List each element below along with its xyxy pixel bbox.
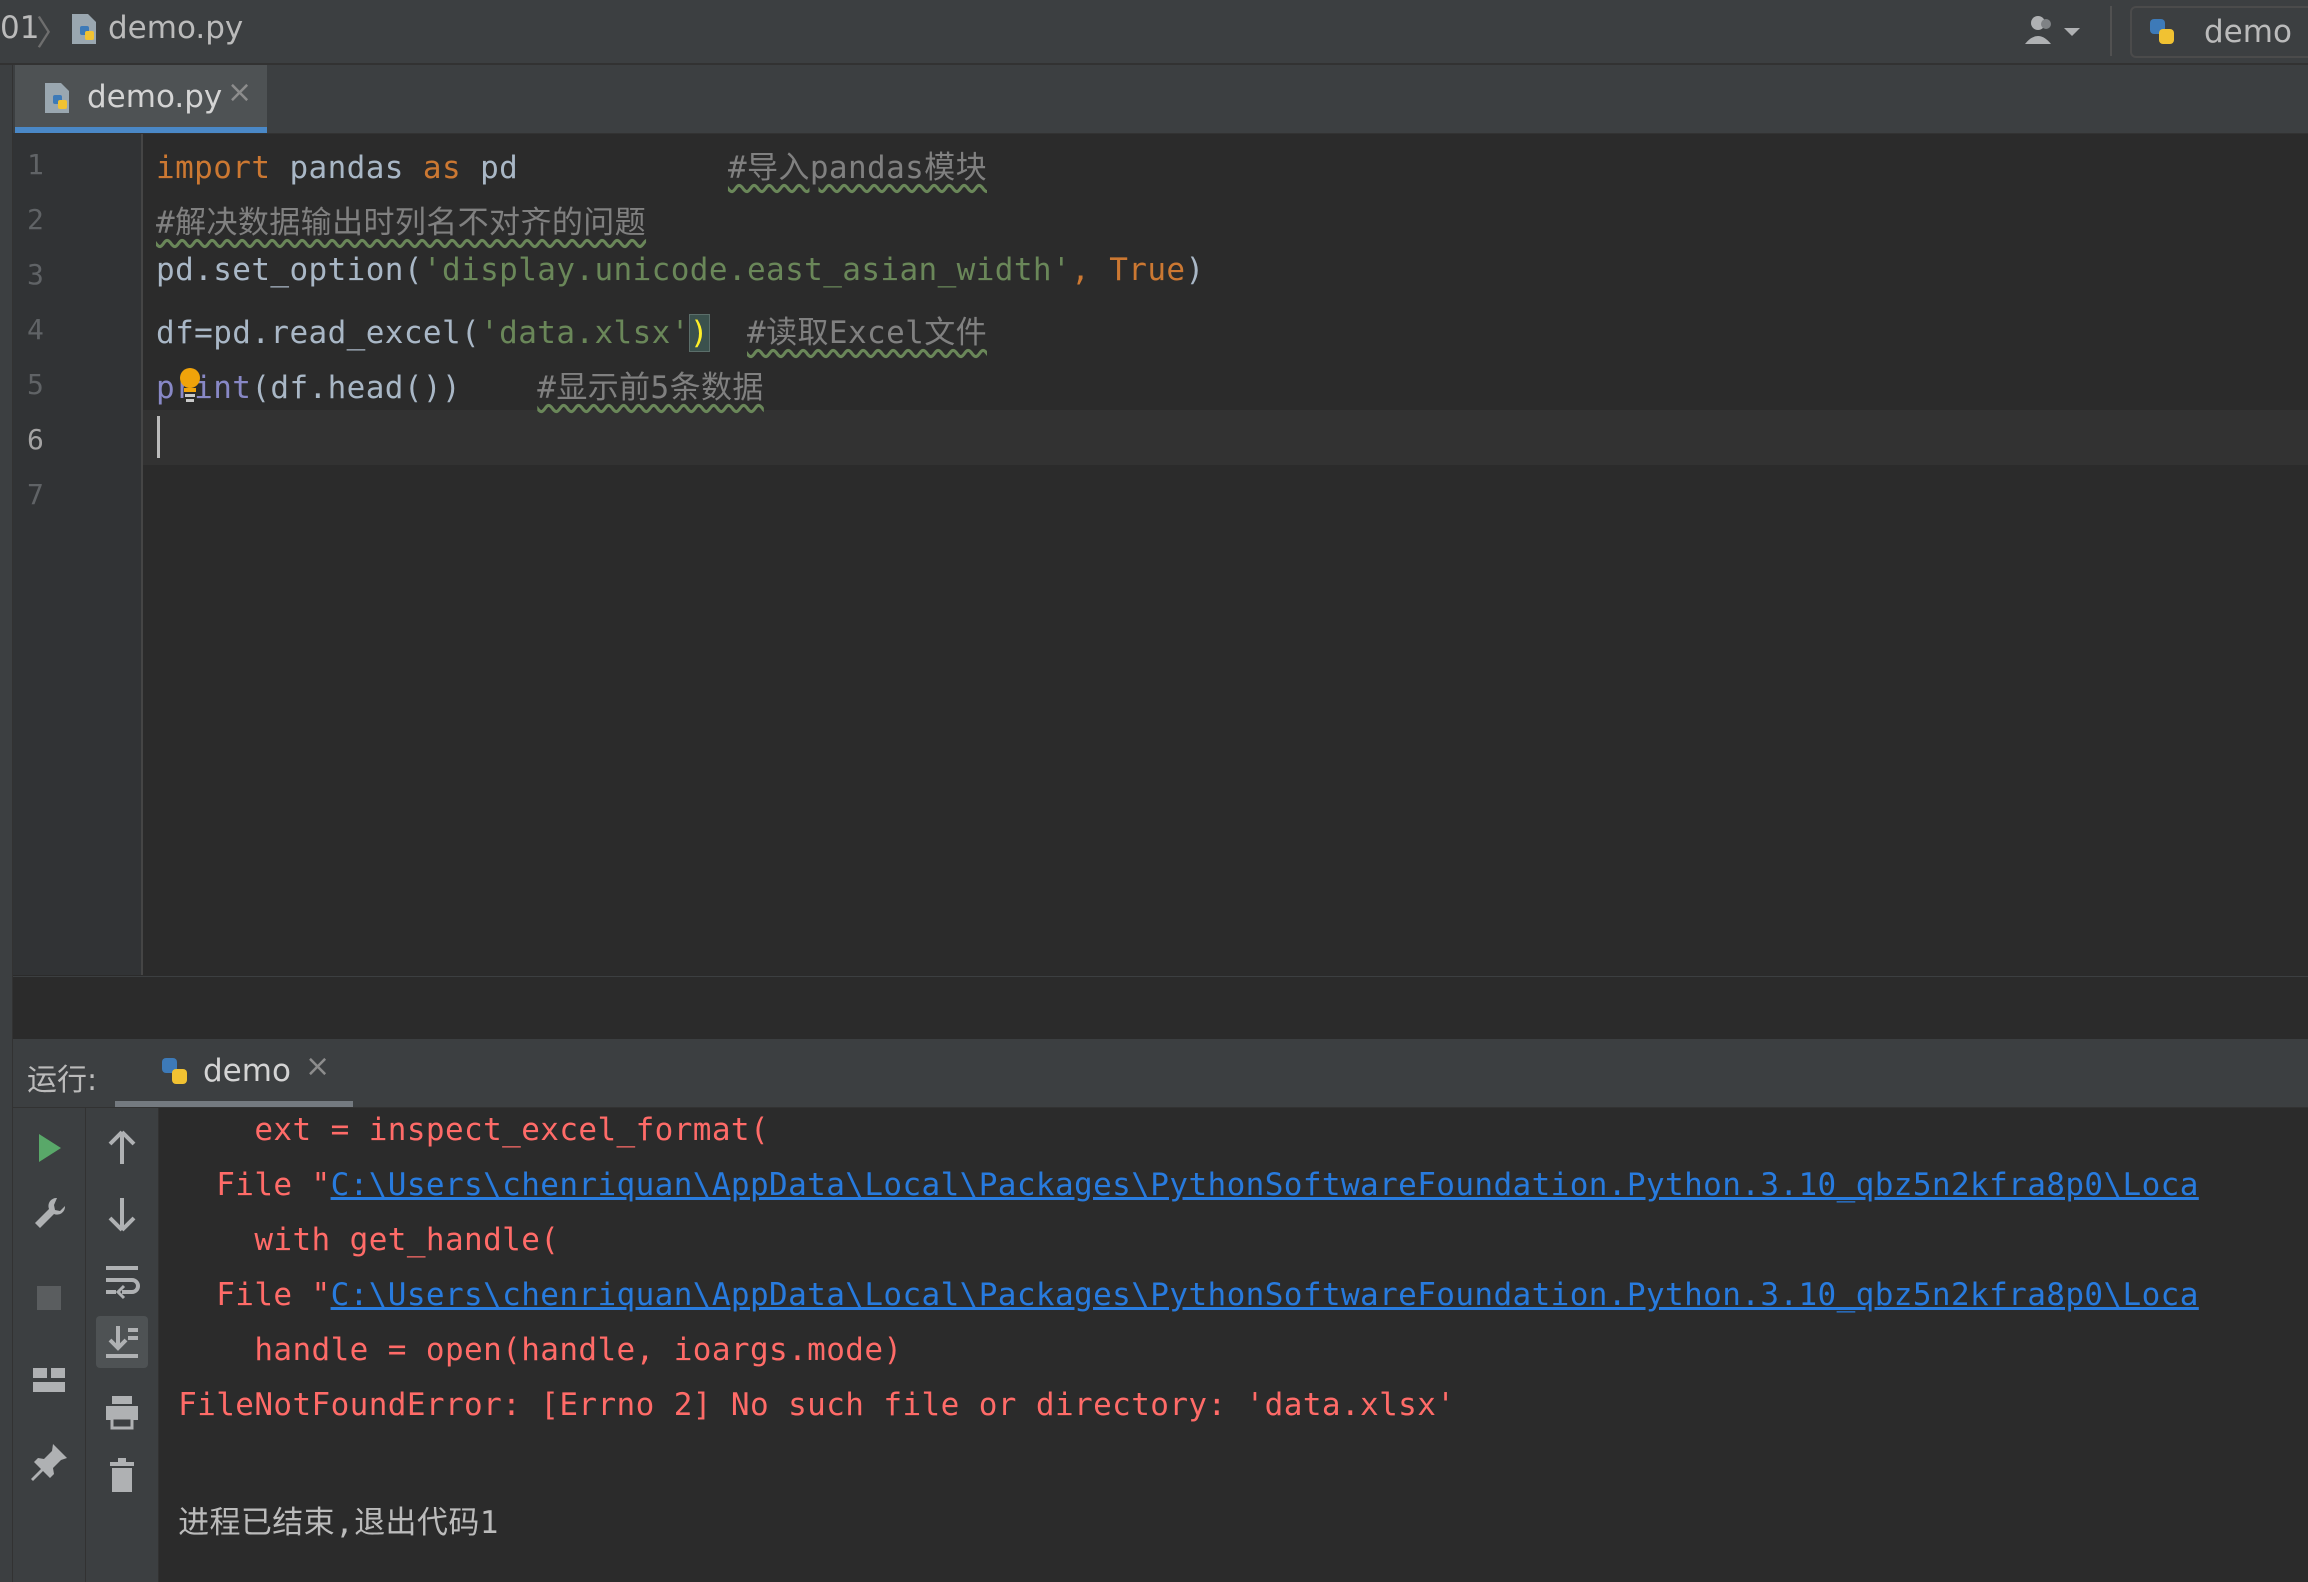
keyword: True	[1109, 252, 1186, 288]
run-configuration-label: demo	[2204, 14, 2292, 50]
console-text: File "	[159, 1167, 331, 1203]
active-tab-indicator	[15, 127, 267, 133]
wrench-icon	[35, 1197, 66, 1228]
code-comment: #解决数据输出时列名不对齐的问题	[156, 205, 647, 241]
python-file-icon	[72, 14, 96, 44]
run-tool-window-header: 运行: demo ×	[13, 1039, 2308, 1108]
soft-wrap-icon	[106, 1266, 140, 1300]
keyword: import	[156, 150, 271, 186]
line-number: 6	[27, 423, 44, 456]
code-line-2: #解决数据输出时列名不对齐的问题	[156, 197, 646, 242]
file-path-link[interactable]: C:\Users\chenriquan\AppData\Local\Packag…	[331, 1277, 2199, 1313]
stop-button[interactable]	[23, 1272, 75, 1324]
printer-icon	[106, 1396, 138, 1430]
pin-tab-button[interactable]	[23, 1436, 75, 1488]
code-line-3: pd.set_option('display.unicode.east_asia…	[156, 252, 1205, 288]
python-icon	[2150, 19, 2174, 44]
run-console-output[interactable]: ext = inspect_excel_format( File "C:\Use…	[159, 1108, 2308, 1582]
stop-icon	[37, 1286, 61, 1310]
left-tool-strip	[0, 65, 13, 1582]
clear-all-button[interactable]	[96, 1450, 148, 1502]
navigation-bar: 01 〉 demo.py demo	[0, 0, 2308, 65]
code-text: (df.head())	[251, 370, 462, 406]
matched-bracket: )	[688, 314, 710, 352]
layout-icon	[33, 1368, 65, 1392]
code-text: pandas	[270, 150, 423, 186]
restore-layout-button[interactable]	[23, 1354, 75, 1406]
active-tab-indicator	[115, 1101, 353, 1107]
trash-icon	[110, 1458, 134, 1492]
rerun-button[interactable]	[23, 1122, 75, 1174]
scroll-down-button[interactable]	[96, 1188, 148, 1240]
console-line: File "C:\Users\chenriquan\AppData\Local\…	[159, 1167, 2199, 1203]
code-text: pd	[461, 150, 519, 186]
run-configuration-selector[interactable]: demo	[2130, 6, 2308, 58]
line-number: 4	[27, 313, 44, 346]
editor-bottom-area	[13, 976, 2308, 1039]
scroll-to-end-icon	[106, 1326, 138, 1358]
scroll-to-end-button[interactable]	[96, 1316, 148, 1368]
line-number-gutter: 1 2 3 4 5 6 7	[13, 134, 143, 975]
line-number: 7	[27, 478, 44, 511]
console-line: ext = inspect_excel_format(	[159, 1112, 770, 1148]
console-line: File "C:\Users\chenriquan\AppData\Local\…	[159, 1277, 2199, 1313]
edit-configuration-button[interactable]	[23, 1188, 75, 1240]
code-text: )	[1185, 252, 1205, 288]
pin-icon	[31, 1444, 67, 1481]
tab-label: demo.py	[87, 79, 223, 115]
lightbulb-intention-icon[interactable]	[178, 367, 202, 403]
close-icon[interactable]: ×	[305, 1049, 330, 1084]
code-line-1: import pandas as pd #导入pandas模块	[156, 142, 987, 187]
line-number: 5	[27, 368, 44, 401]
close-icon[interactable]: ×	[227, 75, 252, 110]
print-button[interactable]	[96, 1386, 148, 1438]
tab-run-demo[interactable]: demo ×	[115, 1039, 353, 1107]
python-icon	[162, 1058, 187, 1084]
console-text: File "	[159, 1277, 331, 1313]
run-toolbar-secondary	[86, 1108, 159, 1582]
current-line-highlight	[143, 410, 2308, 465]
play-icon	[39, 1134, 61, 1162]
string-literal: 'data.xlsx'	[480, 315, 690, 351]
line-number: 2	[27, 203, 44, 236]
editor-tab-bar: demo.py ×	[13, 65, 2308, 134]
code-line-5: print(df.head()) #显示前5条数据	[156, 362, 764, 407]
scroll-up-button[interactable]	[96, 1122, 148, 1174]
line-number: 3	[27, 258, 44, 291]
code-editor[interactable]: 1 2 3 4 5 6 7 import pandas as pd #导入pan…	[13, 134, 2308, 975]
tab-demo-py[interactable]: demo.py ×	[15, 65, 267, 133]
string-literal: 'display.unicode.east_asian_width'	[422, 252, 1072, 288]
text-caret	[157, 416, 160, 458]
line-number: 1	[27, 148, 44, 181]
code-text: df=pd.read_excel(	[156, 315, 481, 351]
python-file-icon	[45, 83, 69, 113]
keyword: as	[422, 150, 462, 186]
code-line-4: df=pd.read_excel('data.xlsx') #读取Excel文件	[156, 307, 987, 352]
file-path-link[interactable]: C:\Users\chenriquan\AppData\Local\Packag…	[331, 1167, 2199, 1203]
code-comment: #读取Excel文件	[747, 315, 987, 351]
console-line: handle = open(handle, ioargs.mode)	[159, 1332, 903, 1368]
breadcrumb-file[interactable]: demo.py	[108, 10, 243, 46]
code-text: pd.set_option(	[156, 252, 423, 288]
process-exit-message: 进程已结束,退出代码1	[159, 1505, 499, 1541]
breadcrumb-project[interactable]: 01	[0, 10, 39, 46]
run-window-title: 运行:	[27, 1063, 98, 1098]
code-comment: #导入pandas模块	[727, 150, 987, 186]
run-tab-label: demo	[203, 1053, 291, 1089]
code-text: ,	[1071, 252, 1110, 288]
toolbar-divider	[2110, 6, 2112, 56]
breadcrumb-separator-icon: 〉	[36, 14, 70, 54]
run-toolbar-primary	[13, 1108, 86, 1582]
arrow-up-icon	[108, 1130, 136, 1164]
user-account-icon[interactable]	[2022, 12, 2084, 50]
arrow-down-icon	[108, 1198, 136, 1232]
soft-wrap-button[interactable]	[96, 1254, 148, 1306]
builtin-function: print	[156, 370, 252, 406]
code-comment: #显示前5条数据	[537, 370, 764, 406]
error-message: FileNotFoundError: [Errno 2] No such fil…	[159, 1387, 1456, 1423]
console-line: with get_handle(	[159, 1222, 560, 1258]
